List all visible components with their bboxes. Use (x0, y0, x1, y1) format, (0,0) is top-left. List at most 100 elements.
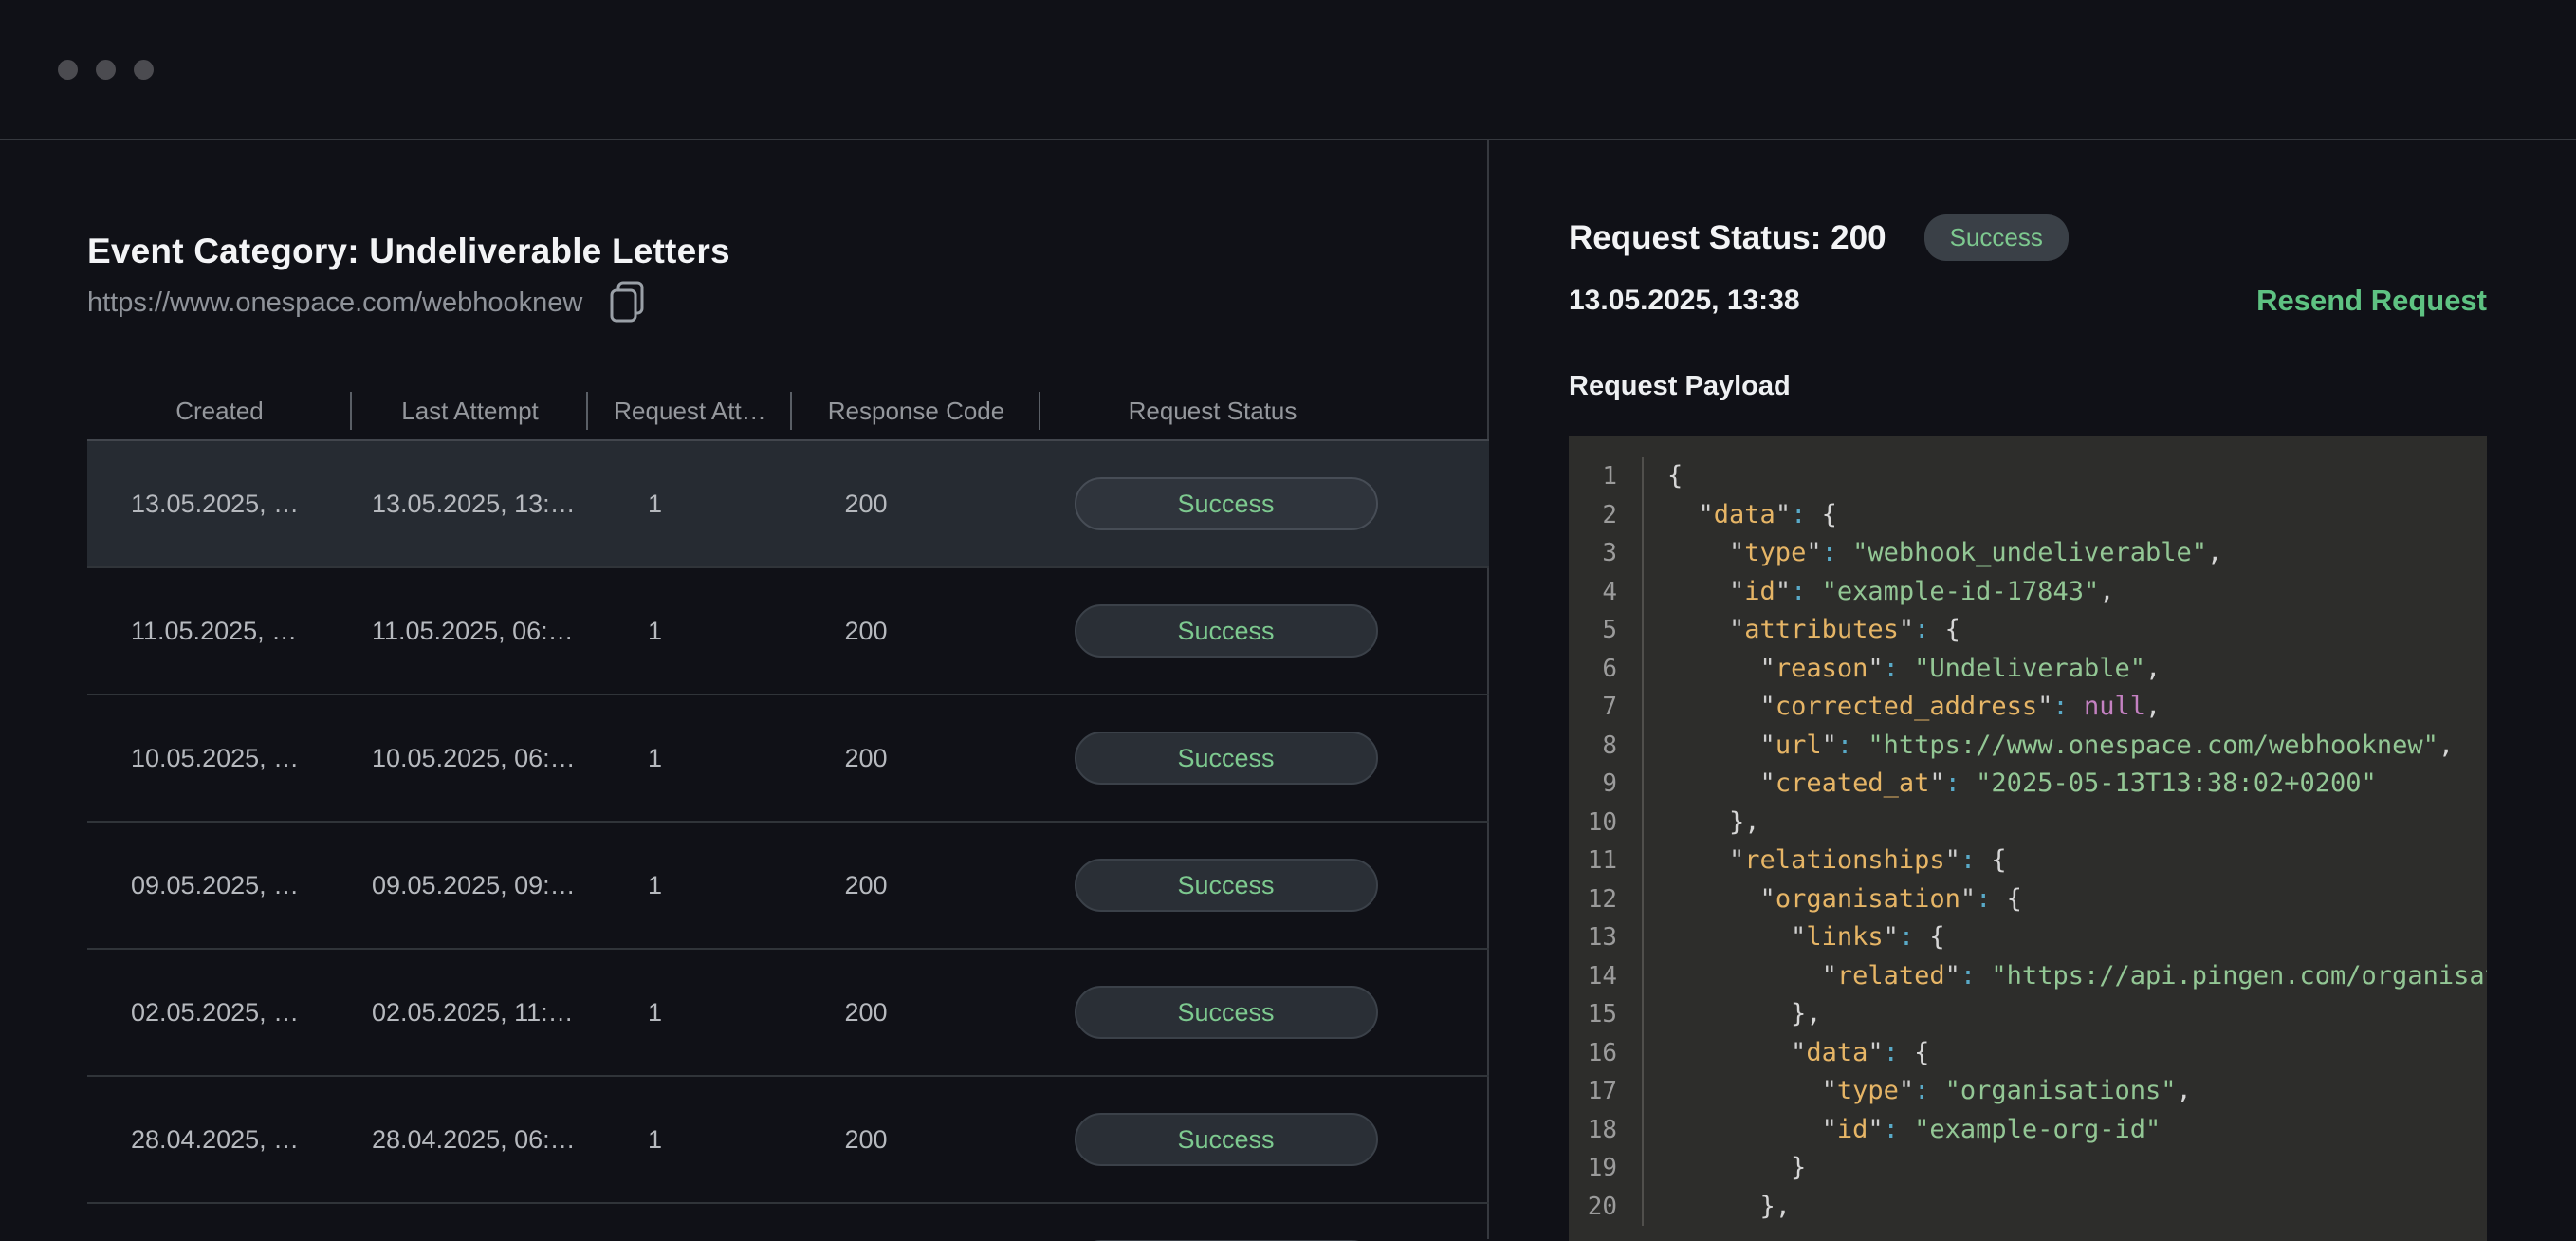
webhook-url: https://www.onespace.com/webhooknew (87, 287, 582, 319)
code-line: 2 "data": { (1569, 496, 2487, 535)
payload-code-block[interactable]: 1{2 "data": {3 "type": "webhook_undelive… (1569, 436, 2487, 1241)
cell-response_code: 200 (742, 871, 990, 900)
status-pill: Success (1075, 477, 1378, 530)
request-status-header: Request Status: 200 Success (1569, 214, 2576, 261)
code-line: 6 "reason": "Undeliverable", (1569, 650, 2487, 689)
line-number: 14 (1569, 957, 1617, 996)
cell-created: 28.04.2025, … (87, 1125, 352, 1155)
cell-created: 13.05.2025, … (87, 490, 352, 519)
line-number: 6 (1569, 650, 1617, 689)
code-line: 1{ (1569, 457, 2487, 496)
line-number: 16 (1569, 1034, 1617, 1073)
cell-created: 02.05.2025, … (87, 998, 352, 1028)
code-text: }, (1642, 804, 1760, 843)
request-meta-row: 13.05.2025, 13:38 Resend Request (1569, 284, 2487, 318)
code-line: 13 "links": { (1569, 918, 2487, 957)
table-row[interactable]: 10.05.2025, …10.05.2025, 06:…1200Success (87, 695, 1489, 823)
code-text: "type": "organisations", (1642, 1072, 2192, 1111)
code-text: "data": { (1642, 496, 1837, 535)
code-text: "corrected_address": null, (1642, 688, 2161, 727)
cell-attempts: 1 (553, 744, 757, 773)
cell-attempts: 1 (553, 490, 757, 519)
code-line: 3 "type": "webhook_undeliverable", (1569, 534, 2487, 573)
code-line: 8 "url": "https://www.onespace.com/webho… (1569, 727, 2487, 766)
code-line: 10 }, (1569, 804, 2487, 843)
code-line: 19 } (1569, 1149, 2487, 1188)
window-dot-icon[interactable] (58, 60, 78, 80)
cell-attempts: 1 (553, 998, 757, 1028)
table-row[interactable]: 28.04.2025, …28.04.2025, 06:…1200Success (87, 1077, 1489, 1204)
cell-response_code: 200 (742, 744, 990, 773)
code-line: 5 "attributes": { (1569, 611, 2487, 650)
cell-response_code: 200 (742, 1125, 990, 1155)
code-text: "reason": "Undeliverable", (1642, 650, 2161, 689)
line-number: 11 (1569, 842, 1617, 880)
window-dot-icon[interactable] (134, 60, 154, 80)
cell-response_code: 200 (742, 998, 990, 1028)
window-titlebar (0, 0, 2576, 140)
cell-status: Success (1002, 1113, 1450, 1166)
code-text: { (1642, 457, 1683, 496)
table-row[interactable]: 09.05.2025, …09.05.2025, 09:…1200Success (87, 823, 1489, 950)
copy-icon[interactable] (607, 280, 649, 325)
webhook-events-app: Event Category: Undeliverable Letters ht… (0, 0, 2576, 1241)
code-line: 9 "created_at": "2025-05-13T13:38:02+020… (1569, 765, 2487, 804)
cell-created: 10.05.2025, … (87, 744, 352, 773)
code-line: 11 "relationships": { (1569, 842, 2487, 880)
line-number: 12 (1569, 880, 1617, 919)
column-header-2: Request Att… (588, 397, 792, 426)
code-line: 17 "type": "organisations", (1569, 1072, 2487, 1111)
page-title: Event Category: Undeliverable Letters (87, 232, 1487, 271)
status-pill: Success (1075, 732, 1378, 785)
line-number: 8 (1569, 727, 1617, 766)
cell-response_code: 200 (742, 617, 990, 646)
cell-response_code: 200 (742, 490, 990, 519)
resend-request-button[interactable]: Resend Request (2256, 284, 2487, 318)
line-number: 4 (1569, 573, 1617, 612)
table-row[interactable] (87, 1204, 1489, 1241)
cell-status: Success (1002, 477, 1450, 530)
column-header-4: Request Status (988, 397, 1437, 426)
request-timestamp: 13.05.2025, 13:38 (1569, 285, 1800, 317)
request-detail-panel: Request Status: 200 Success 13.05.2025, … (1489, 140, 2576, 1239)
main-content: Event Category: Undeliverable Letters ht… (0, 140, 2576, 1239)
payload-label: Request Payload (1569, 371, 2576, 402)
code-text: } (1642, 1149, 1806, 1188)
window-dot-icon[interactable] (96, 60, 116, 80)
status-pill: Success (1075, 604, 1378, 658)
code-text: "created_at": "2025-05-13T13:38:02+0200" (1642, 765, 2377, 804)
line-number: 13 (1569, 918, 1617, 957)
table-row[interactable]: 13.05.2025, …13.05.2025, 13:…1200Success (87, 441, 1489, 568)
code-line: 14 "related": "https://api.pingen.com/or… (1569, 957, 2487, 996)
column-header-1: Last Attempt (352, 397, 588, 426)
status-pill: Success (1075, 859, 1378, 912)
code-text: "id": "example-id-17843", (1642, 573, 2114, 612)
code-text: "id": "example-org-id" (1642, 1111, 2161, 1150)
status-badge: Success (1924, 214, 2069, 261)
line-number: 3 (1569, 534, 1617, 573)
column-header-0: Created (87, 397, 352, 426)
cell-status: Success (1002, 604, 1450, 658)
cell-attempts: 1 (553, 1125, 757, 1155)
line-number: 7 (1569, 688, 1617, 727)
code-text: "organisation": { (1642, 880, 2022, 919)
code-text: "attributes": { (1642, 611, 1960, 650)
line-number: 15 (1569, 995, 1617, 1034)
code-text: "relationships": { (1642, 842, 2007, 880)
cell-attempts: 1 (553, 617, 757, 646)
cell-status: Success (1002, 732, 1450, 785)
line-number: 10 (1569, 804, 1617, 843)
code-line: 20 }, (1569, 1188, 2487, 1227)
requests-table: CreatedLast AttemptRequest Att…Response … (87, 382, 1489, 1241)
cell-created: 09.05.2025, … (87, 871, 352, 900)
cell-status: Success (1002, 859, 1450, 912)
table-body: 13.05.2025, …13.05.2025, 13:…1200Success… (87, 441, 1489, 1241)
webhook-url-row: https://www.onespace.com/webhooknew (87, 281, 1487, 324)
line-number: 5 (1569, 611, 1617, 650)
code-line: 15 }, (1569, 995, 2487, 1034)
table-row[interactable]: 02.05.2025, …02.05.2025, 11:…1200Success (87, 950, 1489, 1077)
cell-attempts: 1 (553, 871, 757, 900)
table-row[interactable]: 11.05.2025, …11.05.2025, 06:…1200Success (87, 568, 1489, 695)
table-header: CreatedLast AttemptRequest Att…Response … (87, 382, 1489, 441)
code-text: "type": "webhook_undeliverable", (1642, 534, 2222, 573)
